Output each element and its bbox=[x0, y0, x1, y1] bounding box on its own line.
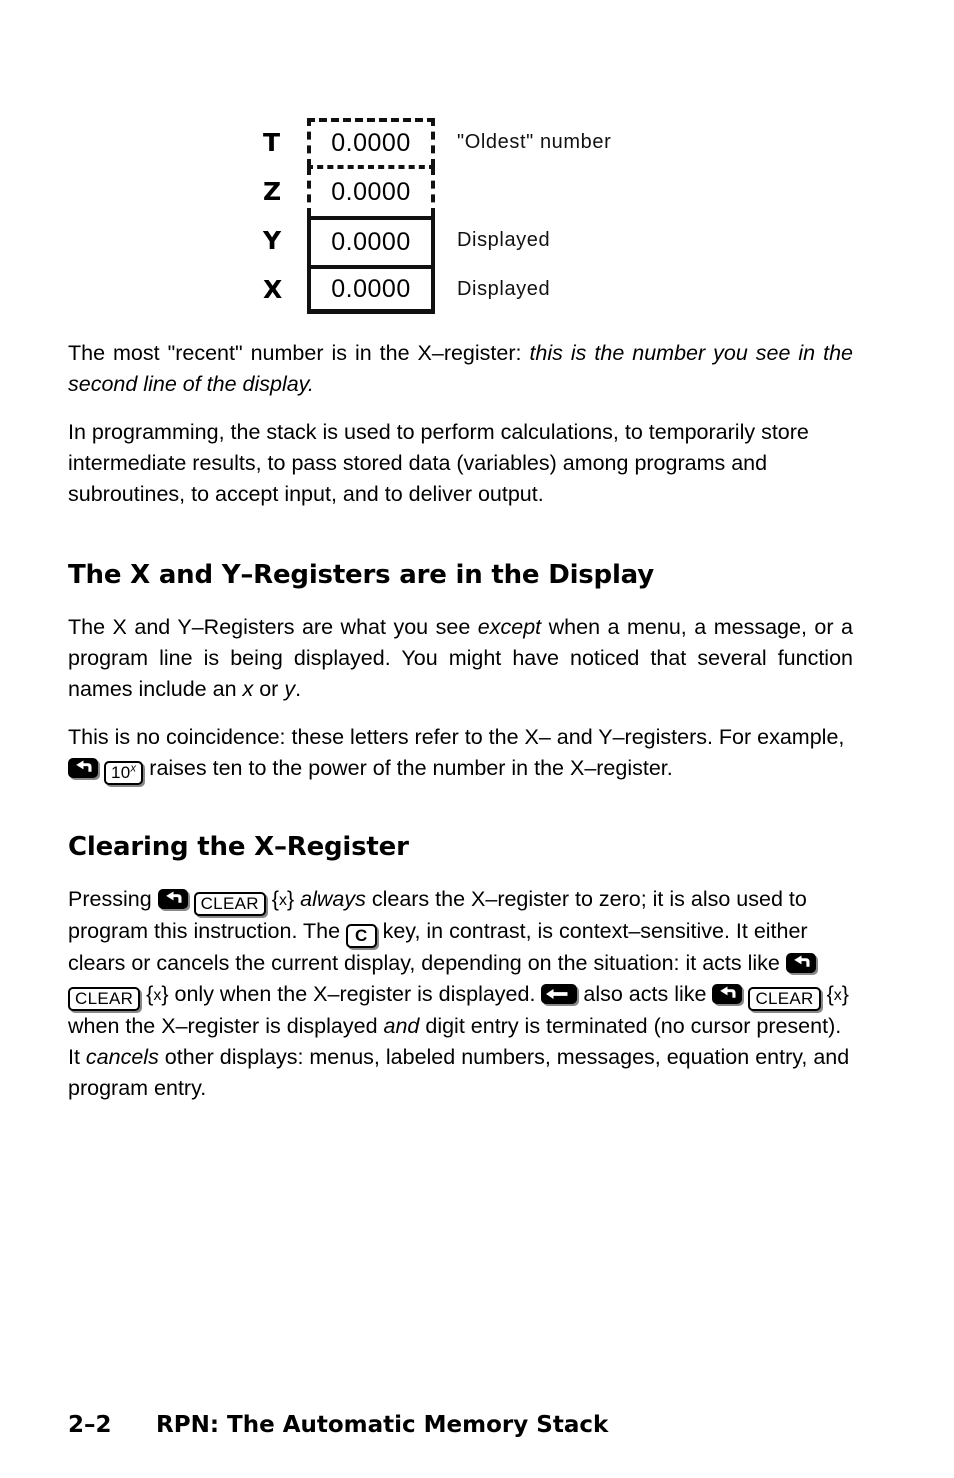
shift-key-icon[interactable] bbox=[712, 984, 743, 1004]
rpn-stack-diagram: T 0.0000 "Oldest" number Z 0.0000 Y 0.00… bbox=[255, 118, 685, 314]
s2-italic-cancels: cancels bbox=[85, 1045, 159, 1069]
page-number: 2–2 bbox=[68, 1412, 112, 1438]
stack-row-y: Y 0.0000 Displayed bbox=[255, 216, 685, 265]
s1-p2-a: This is no coincidence: these letters re… bbox=[68, 725, 845, 749]
stack-row-x: X 0.0000 Displayed bbox=[255, 265, 685, 314]
register-label-x: X bbox=[263, 275, 283, 304]
register-note-t: "Oldest" number bbox=[457, 131, 612, 153]
register-note-x: Displayed bbox=[457, 278, 551, 300]
s1-p1-c: or bbox=[253, 677, 285, 701]
clear-x-menu-label: {x} bbox=[271, 887, 295, 911]
stack-row-t: T 0.0000 "Oldest" number bbox=[255, 118, 685, 167]
register-label-t: T bbox=[263, 128, 281, 157]
heading-x-and-y-registers: The X and Y–Registers are in the Display bbox=[68, 560, 654, 590]
stack-row-z: Z 0.0000 bbox=[255, 167, 685, 216]
paragraph-recent-number: The most "recent" number is in the X–reg… bbox=[68, 338, 853, 400]
s1-p1-except: except bbox=[477, 615, 542, 639]
shift-key-icon[interactable] bbox=[68, 758, 98, 778]
c-key[interactable]: C bbox=[346, 924, 377, 948]
shift-key-icon[interactable] bbox=[157, 889, 188, 909]
paragraph-clearing-x-register: Pressing CLEAR {x} always clears the X–r… bbox=[68, 884, 853, 1104]
section2-paragraphs: Pressing CLEAR {x} always clears the X–r… bbox=[68, 884, 853, 1104]
s1-p2-b: raises ten to the power of the number in… bbox=[143, 756, 673, 780]
register-label-y: Y bbox=[263, 226, 282, 255]
heading-clearing-x-register: Clearing the X–Register bbox=[68, 832, 409, 862]
s2-t6: also acts like bbox=[577, 982, 713, 1006]
clear-key[interactable]: CLEAR bbox=[68, 987, 141, 1011]
paragraph-no-coincidence: This is no coincidence: these letters re… bbox=[68, 722, 853, 785]
clear-key[interactable]: CLEAR bbox=[748, 987, 821, 1011]
s2-t7: when the X–register is displayed bbox=[68, 1014, 384, 1038]
clear-key[interactable]: CLEAR bbox=[193, 892, 266, 916]
intro-paragraphs: The most "recent" number is in the X–reg… bbox=[68, 338, 853, 510]
paragraph-recent-number-text: The most "recent" number is in the X–reg… bbox=[68, 341, 530, 365]
backspace-key-icon[interactable] bbox=[541, 984, 578, 1004]
s1-p1-a: The X and Y–Registers are what you see bbox=[68, 615, 478, 639]
ten-to-the-x-key[interactable]: 10x bbox=[103, 761, 144, 785]
paragraph-programming: In programming, the stack is used to per… bbox=[68, 420, 809, 506]
clear-x-menu-label: {x} bbox=[146, 982, 169, 1006]
s2-t9: other displays: menus, labeled numbers, … bbox=[68, 1045, 850, 1100]
s2-italic-and: and bbox=[383, 1014, 420, 1038]
register-note-y: Displayed bbox=[457, 229, 551, 251]
s1-p1-var-y: y bbox=[284, 677, 296, 701]
ten-key-base: 10 bbox=[110, 763, 131, 782]
register-value-x: 0.0000 bbox=[307, 265, 435, 314]
page-footer: 2–2 RPN: The Automatic Memory Stack bbox=[68, 1412, 608, 1438]
ten-key-exponent: x bbox=[130, 762, 137, 775]
register-value-z: 0.0000 bbox=[307, 167, 435, 216]
running-title: RPN: The Automatic Memory Stack bbox=[156, 1412, 609, 1438]
register-value-t: 0.0000 bbox=[307, 118, 435, 167]
register-label-z: Z bbox=[263, 177, 282, 206]
s2-t1: Pressing bbox=[68, 887, 158, 911]
paragraph-registers-display: The X and Y–Registers are what you see e… bbox=[68, 612, 853, 705]
s1-p1-d: . bbox=[295, 677, 302, 701]
document-page: T 0.0000 "Oldest" number Z 0.0000 Y 0.00… bbox=[0, 0, 954, 1478]
shift-key-icon[interactable] bbox=[785, 953, 816, 973]
s2-t5: only when the X–register is displayed. bbox=[168, 982, 542, 1006]
section1-paragraphs: The X and Y–Registers are what you see e… bbox=[68, 612, 853, 785]
s2-italic-always: always bbox=[300, 887, 366, 911]
clear-x-menu-label: {x} bbox=[826, 982, 849, 1006]
s1-p1-var-x: x bbox=[242, 677, 254, 701]
register-value-y: 0.0000 bbox=[307, 216, 435, 265]
